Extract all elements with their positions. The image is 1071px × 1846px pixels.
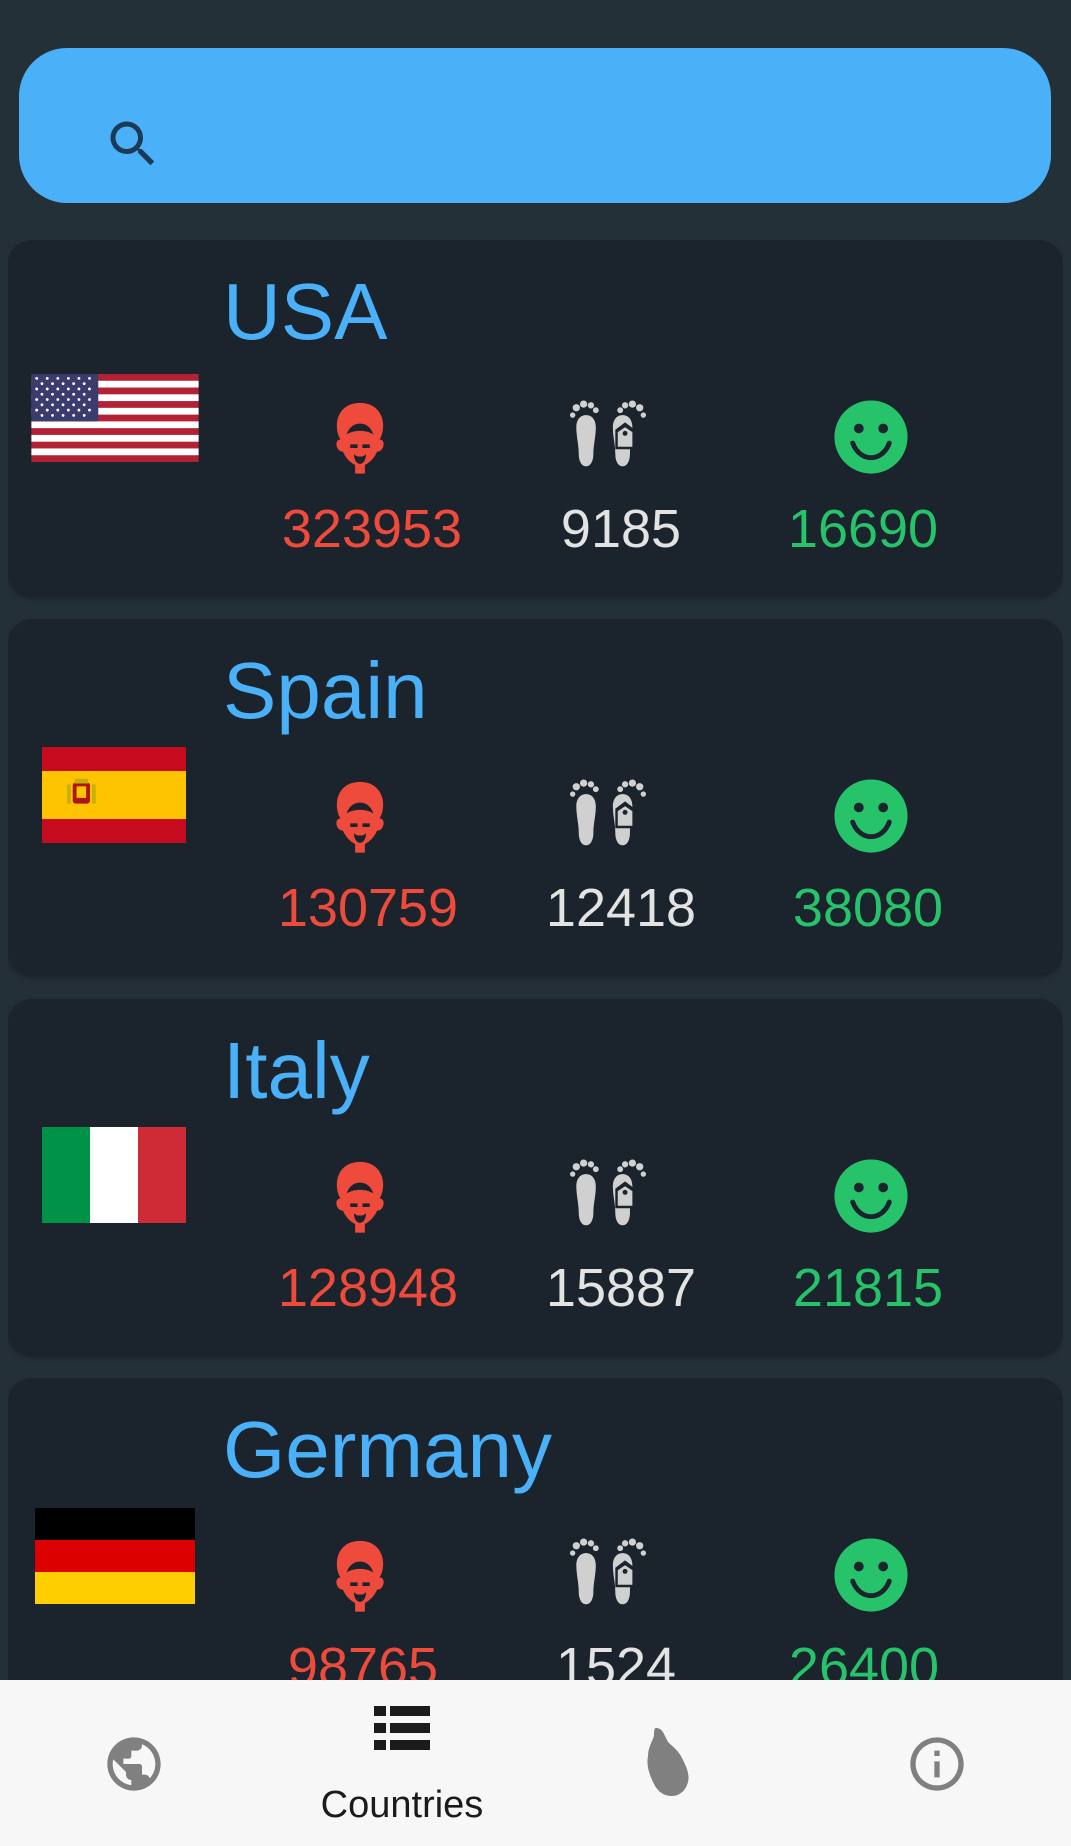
infected-person-icon xyxy=(336,1161,384,1233)
nav-item-info[interactable] xyxy=(803,1680,1071,1846)
recovered-count: 21815 xyxy=(792,1258,944,1318)
country-name: USA xyxy=(223,267,388,356)
search-bar[interactable] xyxy=(19,48,1051,203)
infected-person-icon xyxy=(336,1540,384,1612)
search-icon[interactable] xyxy=(103,114,163,174)
deceased-feet-icon xyxy=(569,779,647,846)
globe-icon[interactable] xyxy=(102,1732,166,1796)
nav-item-global[interactable] xyxy=(0,1680,268,1846)
recovered-count: 38080 xyxy=(792,878,944,938)
recovered-count: 16690 xyxy=(787,499,939,559)
sri-lanka-map-icon[interactable] xyxy=(644,1726,696,1798)
italy-flag xyxy=(42,1127,186,1223)
list-icon[interactable] xyxy=(374,1704,430,1752)
country-name: Spain xyxy=(223,646,428,735)
infected-person-icon xyxy=(336,402,384,474)
deaths-count: 12418 xyxy=(545,878,697,938)
deaths-count: 9185 xyxy=(560,499,682,559)
deceased-feet-icon xyxy=(569,1159,647,1226)
country-list[interactable]: USA 323953 9185 16690 Spain 130759 12418… xyxy=(8,240,1063,1680)
confirmed-count: 130759 xyxy=(277,878,459,938)
country-card[interactable]: Italy 128948 15887 21815 xyxy=(8,999,1063,1354)
germany-flag xyxy=(35,1508,195,1604)
search-input[interactable] xyxy=(189,88,1011,165)
country-name: Germany xyxy=(223,1405,552,1494)
info-icon[interactable] xyxy=(905,1732,969,1796)
country-card[interactable]: Spain 130759 12418 38080 xyxy=(8,619,1063,974)
country-name: Italy xyxy=(223,1026,370,1115)
usa-flag xyxy=(31,374,199,462)
infected-person-icon xyxy=(336,781,384,853)
country-card[interactable]: Germany 98765 1524 26400 xyxy=(8,1378,1063,1680)
smiley-icon xyxy=(834,1159,908,1233)
deaths-count: 1524 xyxy=(555,1637,677,1680)
confirmed-count: 323953 xyxy=(281,499,463,559)
nav-item-local[interactable] xyxy=(536,1680,804,1846)
recovered-count: 26400 xyxy=(788,1637,940,1680)
confirmed-count: 128948 xyxy=(277,1258,459,1318)
deaths-count: 15887 xyxy=(545,1258,697,1318)
smiley-icon xyxy=(834,400,908,474)
bottom-navigation: Countries xyxy=(0,1680,1071,1846)
deceased-feet-icon xyxy=(569,1538,647,1605)
smiley-icon xyxy=(834,779,908,853)
deceased-feet-icon xyxy=(569,400,647,467)
nav-label-countries: Countries xyxy=(320,1784,484,1826)
country-card[interactable]: USA 323953 9185 16690 xyxy=(8,240,1063,595)
spain-flag xyxy=(42,747,186,843)
confirmed-count: 98765 xyxy=(287,1637,439,1680)
nav-item-countries[interactable]: Countries xyxy=(268,1680,536,1846)
smiley-icon xyxy=(834,1538,908,1612)
